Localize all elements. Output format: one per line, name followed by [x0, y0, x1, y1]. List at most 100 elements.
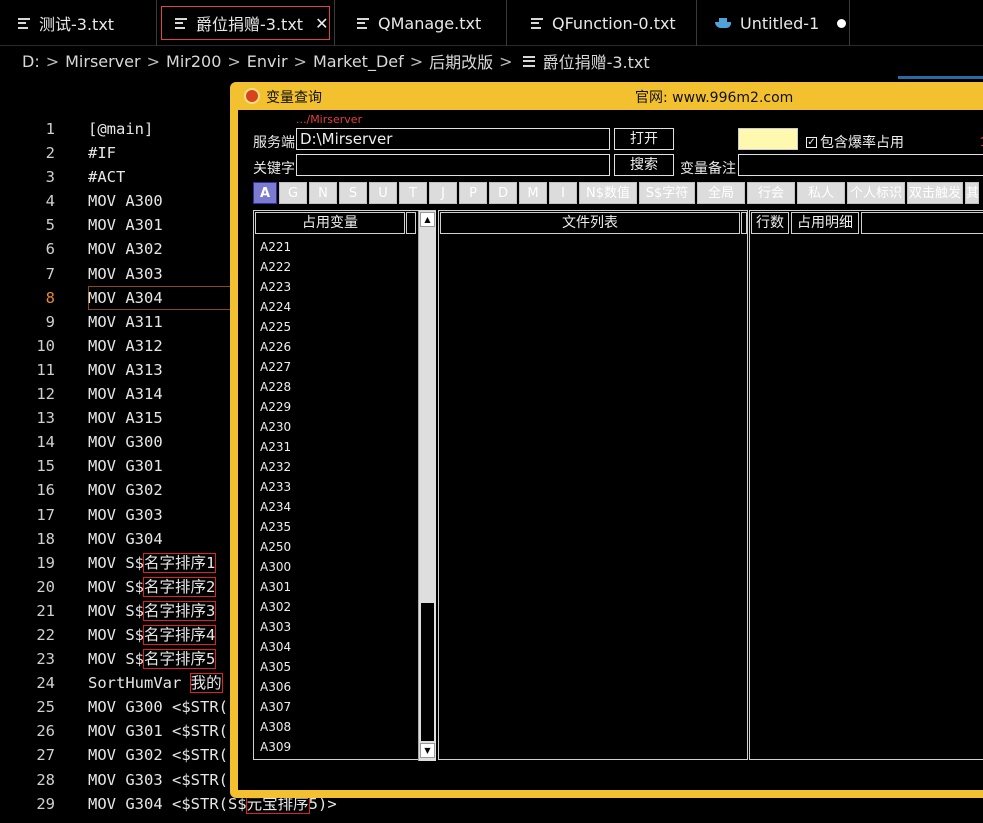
variable-list-item[interactable]: A303 [260, 617, 291, 637]
breadcrumb-item[interactable]: Envir [247, 52, 288, 71]
variable-list-item[interactable]: A234 [260, 497, 291, 517]
scroll-up-icon[interactable]: ▲ [420, 212, 435, 227]
filter-button[interactable]: 全局 [697, 182, 745, 204]
filter-button[interactable]: N [309, 182, 337, 204]
file-list-panel[interactable]: 文件列表 [438, 210, 748, 760]
scrollbar-thumb[interactable] [421, 603, 434, 741]
variable-list-item[interactable]: A222 [260, 257, 291, 277]
col-file-list[interactable]: 文件列表 [440, 212, 740, 234]
filter-button[interactable]: 其 [965, 182, 979, 204]
scroll-down-icon[interactable]: ▼ [420, 743, 435, 758]
code-token: MOV A311 [88, 312, 163, 331]
code-token: MOV G303 [88, 505, 163, 524]
tab-qmanage[interactable]: QManage.txt [335, 0, 507, 46]
filter-button[interactable]: P [459, 182, 487, 204]
line-number: 1 [45, 120, 55, 138]
line-number: 6 [45, 240, 55, 259]
filter-button-row: A G N S U T J P D M I N$数值 S$字符 全局 行会 私人 个人标识 双击触发其 [253, 182, 981, 204]
filter-button[interactable]: J [429, 182, 457, 204]
variable-list-item[interactable]: A300 [260, 557, 291, 577]
variable-list-item[interactable]: A306 [260, 677, 291, 697]
variable-list-item[interactable]: A229 [260, 397, 291, 417]
variable-list-item[interactable]: A250 [260, 537, 291, 557]
server-path-field[interactable]: D:\Mirserver [296, 128, 610, 150]
col-line-count[interactable]: 行数 [751, 212, 789, 234]
tab-juewei-3[interactable]: 爵位捐赠-3.txt ✕ [157, 0, 335, 46]
chevron-right-icon: > [499, 51, 513, 71]
variable-list-item[interactable]: A221 [260, 237, 291, 257]
code-token: MOV A304 [88, 288, 163, 307]
filter-button[interactable]: N$数值 [579, 182, 637, 204]
code-text: MOV G303 <$STR( [88, 768, 228, 792]
filter-button[interactable]: S$字符 [639, 182, 695, 204]
variable-list-item[interactable]: A302 [260, 597, 291, 617]
dialog-titlebar[interactable]: 变量查询 官网: www.996m2.com [230, 82, 983, 110]
variable-list-item[interactable]: A231 [260, 437, 291, 457]
filter-button[interactable]: 行会 [747, 182, 795, 204]
color-button[interactable] [738, 128, 798, 150]
filter-button[interactable]: A [253, 182, 277, 204]
filter-button[interactable]: T [399, 182, 427, 204]
usage-detail-panel[interactable]: 行数 占用明细 [749, 210, 983, 760]
variable-list-item[interactable]: A309 [260, 737, 291, 757]
variable-list-item[interactable]: A233 [260, 477, 291, 497]
code-text: MOV A301 [88, 213, 163, 237]
tab-test-3[interactable]: 测试-3.txt [0, 0, 157, 46]
code-token: MOV S$ [88, 650, 144, 669]
breadcrumb-item[interactable]: 后期改版 [429, 49, 493, 73]
tab-qfunction-0[interactable]: QFunction-0.txt [507, 0, 697, 46]
code-token: MOV G301 [88, 457, 163, 476]
filter-button[interactable]: U [369, 182, 397, 204]
filter-button[interactable]: M [519, 182, 547, 204]
tab-untitled-1[interactable]: Untitled-1 [697, 0, 850, 46]
code-text: #ACT [88, 165, 125, 189]
variable-list-item[interactable]: A232 [260, 457, 291, 477]
variable-list-item[interactable]: A308 [260, 717, 291, 737]
line-number: 4 [45, 192, 55, 211]
keyword-field[interactable] [296, 154, 610, 176]
filter-button[interactable]: S [339, 182, 367, 204]
breadcrumb: D: > Mirserver > Mir200 > Envir > Market_Def… [0, 46, 983, 76]
variable-list-item[interactable]: A235 [260, 517, 291, 537]
unsaved-dot-icon[interactable] [837, 18, 847, 28]
variable-list-item[interactable]: A228 [260, 377, 291, 397]
variable-list-item[interactable]: A225 [260, 317, 291, 337]
breadcrumb-item[interactable]: 爵位捐赠-3.txt [543, 49, 650, 73]
variable-list-item[interactable]: A304 [260, 637, 291, 657]
variable-list-item[interactable]: A230 [260, 417, 291, 437]
used-variables-panel[interactable]: 占用变量 A221 A222 A223 A224 A225 A226 A227 A228 A22… [253, 210, 436, 761]
filter-button[interactable]: G [279, 182, 307, 204]
filter-button[interactable]: 双击触发 [907, 182, 963, 204]
variable-list-item[interactable]: A226 [260, 337, 291, 357]
include-droprate-checkbox[interactable]: ✓ 包含爆率占用 [806, 132, 904, 152]
code-token: MOV A313 [88, 360, 163, 379]
variable-list-item[interactable]: A307 [260, 697, 291, 717]
code-token: [@main] [88, 120, 154, 138]
code-token: MOV G301 <$STR( [88, 722, 228, 741]
variable-list-item[interactable]: A301 [260, 577, 291, 597]
search-button[interactable]: 搜索 [614, 154, 674, 176]
remark-field[interactable] [738, 154, 983, 176]
breadcrumb-item[interactable]: D: [22, 52, 40, 71]
variable-list-item[interactable]: A305 [260, 657, 291, 677]
breadcrumb-item[interactable]: Market_Def [313, 52, 404, 71]
filter-button[interactable]: I [549, 182, 577, 204]
col-used-vars[interactable]: 占用变量 [255, 212, 405, 234]
variable-list-item[interactable]: A224 [260, 297, 291, 317]
col-usage-detail[interactable]: 占用明细 [791, 212, 859, 234]
line-number: 19 [36, 553, 55, 572]
code-text: MOV G303 [88, 503, 163, 527]
chevron-right-icon: > [409, 51, 424, 71]
variable-list-item[interactable]: A223 [260, 277, 291, 297]
code-token: #ACT [88, 168, 126, 187]
open-button[interactable]: 打开 [614, 128, 674, 150]
breadcrumb-item[interactable]: Mirserver [65, 52, 140, 71]
code-text: MOV A312 [88, 334, 163, 358]
breadcrumb-item[interactable]: Mir200 [166, 52, 221, 71]
filter-button[interactable]: 私人 [797, 182, 845, 204]
variable-list-scrollbar[interactable]: ▲ ▼ [418, 211, 436, 761]
filter-button[interactable]: 个人标识 [847, 182, 905, 204]
dialog-title: 变量查询 [266, 90, 322, 106]
filter-button[interactable]: D [489, 182, 517, 204]
variable-list-item[interactable]: A227 [260, 357, 291, 377]
